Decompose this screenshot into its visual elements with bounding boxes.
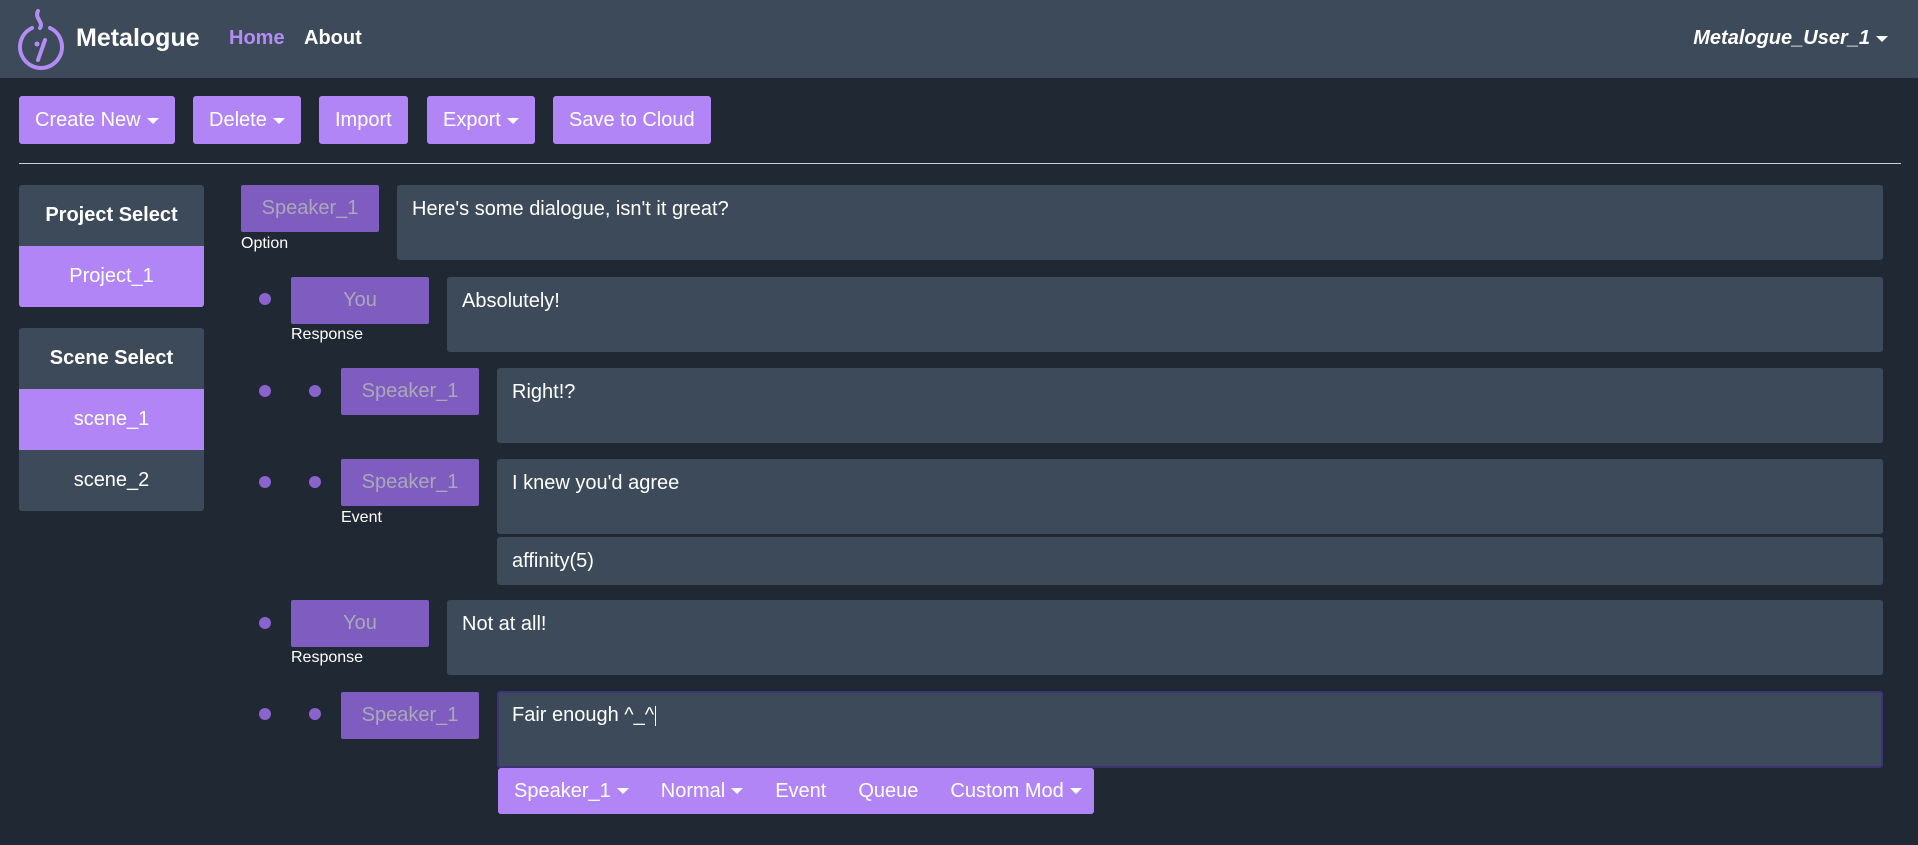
tree-bullet[interactable] bbox=[259, 385, 271, 397]
scene-item[interactable]: scene_1 bbox=[19, 389, 204, 450]
role-label: Event bbox=[341, 509, 382, 526]
project-item[interactable]: Project_1 bbox=[19, 246, 204, 307]
dialogue-text-field[interactable]: Absolutely! bbox=[447, 277, 1883, 352]
speaker-button[interactable]: Speaker_1 bbox=[341, 692, 479, 739]
scene-select-header: Scene Select bbox=[49, 347, 174, 369]
tree-bullet[interactable] bbox=[259, 617, 271, 629]
custom-mod-label: Custom Mod bbox=[950, 779, 1064, 802]
speaker-button[interactable]: Speaker_1 bbox=[341, 368, 479, 415]
export-label: Export bbox=[443, 109, 501, 131]
mode-select-label: Normal bbox=[660, 779, 726, 802]
chevron-down-icon bbox=[272, 117, 285, 124]
import-button[interactable]: Import bbox=[319, 96, 408, 144]
project-select-panel: Project Select Project_1 bbox=[19, 185, 204, 307]
dialogue-text-field[interactable]: Here's some dialogue, isn't it great? bbox=[397, 185, 1883, 260]
chevron-down-icon bbox=[731, 788, 744, 795]
node-editor-toolbar: Speaker_1 Normal Event Queue Custom Mod bbox=[498, 768, 1094, 814]
user-name: Metalogue_User_1 bbox=[1693, 27, 1870, 49]
export-button[interactable]: Export bbox=[427, 96, 535, 144]
speaker-button[interactable]: Speaker_1 bbox=[341, 459, 479, 506]
user-menu[interactable]: Metalogue_User_1 bbox=[1693, 27, 1888, 50]
brand-name[interactable]: Metalogue bbox=[76, 24, 200, 53]
delete-button[interactable]: Delete bbox=[193, 96, 301, 144]
role-label: Response bbox=[291, 326, 364, 343]
create-new-label: Create New bbox=[35, 109, 141, 131]
chevron-down-icon bbox=[616, 788, 629, 795]
speaker-button[interactable]: You bbox=[291, 277, 429, 324]
tree-bullet[interactable] bbox=[259, 708, 271, 720]
tree-bullet[interactable] bbox=[259, 476, 271, 488]
create-new-button[interactable]: Create New bbox=[19, 96, 175, 144]
tree-bullet[interactable] bbox=[309, 708, 321, 720]
chevron-down-icon bbox=[1876, 35, 1888, 42]
navbar: Metalogue Home About Metalogue_User_1 bbox=[0, 0, 1918, 78]
mode-select-dropdown[interactable]: Normal bbox=[645, 780, 759, 803]
role-label: Response bbox=[291, 649, 364, 666]
speaker-button[interactable]: Speaker_1 bbox=[241, 185, 379, 232]
speaker-select-dropdown[interactable]: Speaker_1 bbox=[498, 780, 645, 803]
delete-label: Delete bbox=[209, 109, 267, 131]
scene-select-panel: Scene Select scene_1 scene_2 bbox=[19, 328, 204, 511]
scene-item[interactable]: scene_2 bbox=[19, 450, 204, 511]
save-to-cloud-button[interactable]: Save to Cloud bbox=[553, 96, 711, 144]
event-button[interactable]: Event bbox=[759, 780, 842, 803]
tree-bullet[interactable] bbox=[259, 293, 271, 305]
chevron-down-icon bbox=[506, 117, 519, 124]
event-text-field[interactable]: affinity(5) bbox=[497, 537, 1883, 585]
tree-bullet[interactable] bbox=[309, 385, 321, 397]
dialogue-text-field-active[interactable]: Fair enough ^_^ bbox=[497, 691, 1883, 768]
dialogue-text-field[interactable]: I knew you'd agree bbox=[497, 459, 1883, 534]
speaker-select-label: Speaker_1 bbox=[514, 779, 611, 802]
nav-home-link[interactable]: Home bbox=[229, 27, 285, 50]
queue-button[interactable]: Queue bbox=[842, 780, 934, 803]
text-cursor bbox=[655, 705, 657, 726]
nav-about-link[interactable]: About bbox=[304, 27, 362, 50]
speaker-button[interactable]: You bbox=[291, 600, 429, 647]
project-select-header: Project Select bbox=[45, 204, 178, 226]
dialogue-text-field[interactable]: Right!? bbox=[497, 368, 1883, 443]
chevron-down-icon bbox=[146, 117, 159, 124]
role-label: Option bbox=[241, 235, 289, 252]
tree-bullet[interactable] bbox=[309, 476, 321, 488]
chevron-down-icon bbox=[1069, 788, 1082, 795]
dialogue-text: Fair enough ^_^ bbox=[512, 704, 655, 726]
toolbar-divider bbox=[19, 163, 1901, 164]
metalogue-logo-icon[interactable] bbox=[16, 8, 66, 70]
custom-mod-dropdown[interactable]: Custom Mod bbox=[934, 780, 1097, 803]
dialogue-text-field[interactable]: Not at all! bbox=[447, 600, 1883, 675]
